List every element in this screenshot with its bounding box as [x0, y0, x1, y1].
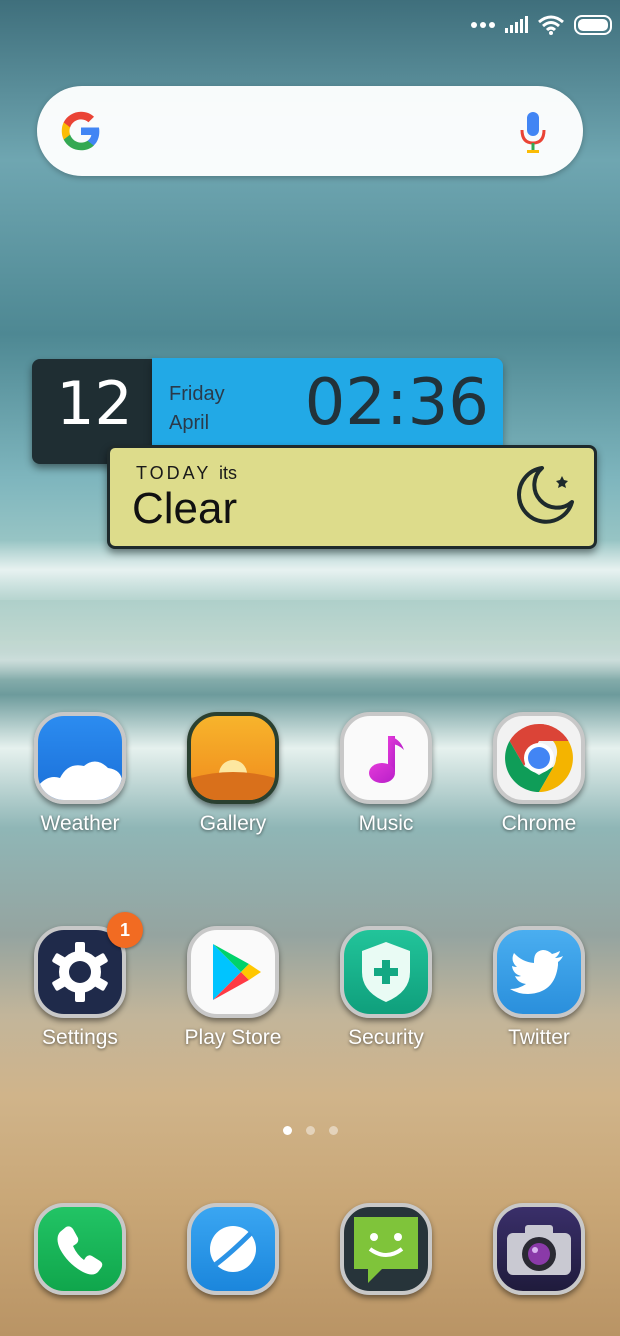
today-prefix: TODAY: [136, 463, 212, 483]
app-label: Chrome: [501, 812, 577, 835]
signal-icon: [505, 16, 528, 33]
page-dot-active: [282, 1126, 292, 1135]
app-label: Gallery: [199, 812, 267, 835]
google-search-bar[interactable]: [37, 86, 583, 176]
app-label: Music: [358, 812, 414, 835]
app-twitter[interactable]: Twitter: [474, 926, 604, 1050]
page-dot: [328, 1126, 338, 1135]
app-chrome[interactable]: Chrome: [474, 712, 604, 836]
notification-badge: 1: [107, 912, 143, 948]
dock-browser[interactable]: [168, 1203, 298, 1295]
app-label: Security: [348, 1026, 424, 1049]
gallery-app-icon: [187, 712, 279, 804]
page-dot: [305, 1126, 315, 1135]
messaging-icon: [340, 1203, 432, 1295]
play-store-app-icon: [187, 926, 279, 1018]
dock-camera[interactable]: [474, 1203, 604, 1295]
weather-condition: Clear: [132, 484, 238, 533]
chrome-app-icon: [493, 712, 585, 804]
app-gallery[interactable]: Gallery: [168, 712, 298, 836]
app-label: Weather: [40, 812, 120, 835]
app-security[interactable]: Security: [321, 926, 451, 1050]
date-text: Friday April: [169, 380, 225, 438]
phone-icon: [34, 1203, 126, 1295]
page-indicator: [0, 1126, 620, 1135]
time-widget[interactable]: Friday April 02:36: [152, 358, 503, 458]
twitter-app-icon: [493, 926, 585, 1018]
wallpaper-wave: [0, 640, 620, 680]
app-label: Twitter: [508, 1026, 570, 1049]
security-app-icon: [340, 926, 432, 1018]
browser-icon: [187, 1203, 279, 1295]
battery-icon: [574, 15, 612, 35]
dock-phone[interactable]: [15, 1203, 145, 1295]
music-app-icon: [340, 712, 432, 804]
wallpaper-wave: [0, 540, 620, 600]
date-number: 12: [56, 369, 133, 439]
camera-icon: [493, 1203, 585, 1295]
google-g-icon: [61, 111, 100, 151]
app-play-store[interactable]: Play Store: [168, 926, 298, 1050]
clock-time: 02:36: [304, 366, 489, 440]
today-label: TODAY its: [136, 463, 237, 484]
mic-icon[interactable]: [519, 110, 547, 154]
weather-widget[interactable]: TODAY its Clear: [107, 445, 597, 549]
dock-messaging[interactable]: [321, 1203, 451, 1295]
weekday: Friday: [169, 383, 225, 405]
status-bar: [471, 10, 612, 40]
app-label: Play Store: [184, 1026, 282, 1049]
more-dots-icon: [471, 22, 495, 28]
app-settings[interactable]: 1 Settings: [15, 912, 145, 1050]
wifi-icon: [538, 15, 564, 35]
app-weather[interactable]: Weather: [15, 712, 145, 836]
app-music[interactable]: Music: [321, 712, 451, 836]
month: April: [169, 412, 210, 434]
app-label: Settings: [42, 1026, 118, 1049]
moon-star-icon: [517, 466, 574, 524]
today-suffix: its: [219, 463, 238, 483]
weather-app-icon: [34, 712, 126, 804]
